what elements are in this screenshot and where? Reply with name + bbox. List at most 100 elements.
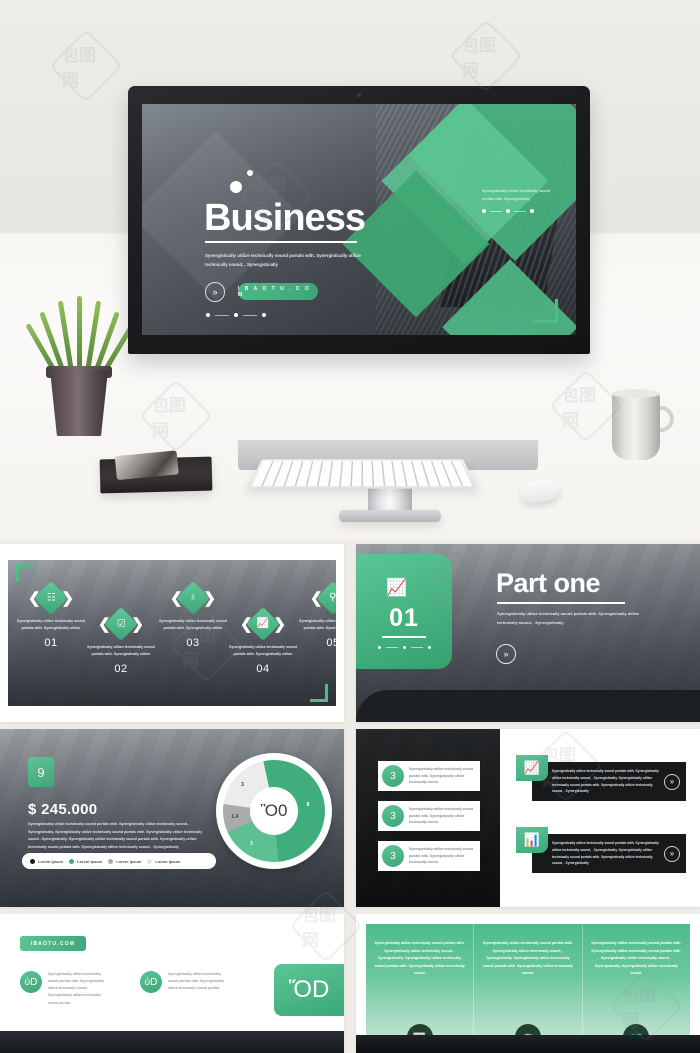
green-column-3[interactable]: Synergistically utilize technically soun… bbox=[582, 924, 690, 1037]
feature-text-1: Synergistically utilize technically soun… bbox=[48, 971, 110, 1007]
five-steps-canvas: ❮ ☷ ❯ Synergistically utilize technicall… bbox=[8, 560, 336, 706]
notebook bbox=[100, 457, 213, 494]
green-column-2[interactable]: Synergistically utilize technically soun… bbox=[473, 924, 581, 1037]
step-item-3[interactable]: ❮ ♁ ❯ Synergistically utilize technicall… bbox=[154, 582, 232, 649]
green-column-1[interactable]: Synergistically utilize technically soun… bbox=[366, 924, 473, 1037]
slide-pagination-dots[interactable] bbox=[206, 313, 266, 317]
step-number-4: 04 bbox=[224, 663, 302, 675]
calculator-icon: ὚9 bbox=[28, 757, 54, 787]
step-number-1: 01 bbox=[12, 637, 90, 649]
banner-body-1: Synergistically utilize technically soun… bbox=[532, 762, 686, 801]
green-text-3: Synergistically utilize technically soun… bbox=[591, 940, 682, 978]
list-item[interactable]: ὜3 Synergistically utilize technically s… bbox=[378, 801, 480, 831]
slide-five-steps[interactable]: ❮ ☷ ❯ Synergistically utilize technicall… bbox=[0, 544, 344, 722]
step-item-5[interactable]: ❮ ⚲ ❯ Synergistically utilize technicall… bbox=[294, 582, 336, 649]
slide-part-one[interactable]: 📈 01 Part one Synergistically utilize te… bbox=[356, 544, 700, 722]
smartphone bbox=[115, 450, 179, 480]
step-text-3: Synergistically utilize technically soun… bbox=[154, 618, 232, 632]
potted-plant bbox=[38, 270, 118, 440]
banner-text-1: Synergistically utilize technically soun… bbox=[552, 768, 664, 794]
feature-text-2: Synergistically utilize technically soun… bbox=[168, 971, 230, 993]
step-item-2[interactable]: ❮ ☑ ❯ Synergistically utilize technicall… bbox=[82, 608, 160, 675]
banner-arrow-icon-1[interactable]: » bbox=[664, 774, 680, 790]
webcam-icon bbox=[357, 93, 361, 97]
corner-bracket-top-left-icon bbox=[16, 564, 34, 582]
grid-column-left: ❮ ☷ ❯ Synergistically utilize technicall… bbox=[0, 540, 344, 1053]
coffee-mug bbox=[612, 392, 668, 460]
slide-features[interactable]: IBAOTU.COM ὐD Synergistically utilize te… bbox=[0, 914, 344, 1053]
list-item[interactable]: ὜3 Synergistically utilize technically s… bbox=[378, 841, 480, 871]
feature-item-1[interactable]: ὐD Synergistically utilize technically s… bbox=[20, 971, 110, 1007]
legend-item-1: Lorem Ipsum bbox=[30, 859, 63, 864]
step-number-5: 05 bbox=[294, 637, 336, 649]
slide-side-text: Synergistically utilize technically soun… bbox=[482, 188, 560, 203]
archive-box-icon: ὜3 bbox=[382, 765, 404, 787]
clipboard-pencil-icon: ὍD bbox=[274, 964, 344, 1016]
section-title-underline bbox=[497, 602, 625, 604]
section-number-panel: 📈 01 bbox=[356, 554, 452, 669]
banner-text-2: Synergistically utilize technically soun… bbox=[552, 840, 664, 866]
archive-box-icon: ὜3 bbox=[382, 845, 404, 867]
corner-bracket-bottom-right-icon bbox=[310, 684, 328, 702]
section-dots bbox=[356, 646, 452, 649]
poster-page: Business Synergistically utilize technic… bbox=[0, 0, 700, 1053]
legend-item-2: Lorem Ipsum bbox=[69, 859, 102, 864]
monitor-stand-base bbox=[339, 510, 441, 522]
slide-cards-and-banners[interactable]: ὜3 Synergistically utilize technically s… bbox=[356, 729, 700, 907]
donut-label-1: 3 bbox=[250, 841, 253, 847]
ibaotu-badge[interactable]: IBAOTU.COM bbox=[20, 936, 86, 951]
finance-body-text: Synergistically utilize technically soun… bbox=[28, 821, 206, 851]
donut-label-0: 8 bbox=[307, 802, 310, 808]
slide-finance-donut[interactable]: ὚9 $ 245.000 Synergistically utilize tec… bbox=[0, 729, 344, 907]
step-text-5: Synergistically utilize technically soun… bbox=[294, 618, 336, 632]
legend-label-3: Lorem Ipsum bbox=[116, 859, 141, 864]
step-text-2: Synergistically utilize technically soun… bbox=[82, 644, 160, 658]
banner-body-2: Synergistically utilize technically soun… bbox=[532, 834, 686, 873]
search-doc-icon: ὐD bbox=[20, 971, 42, 993]
bracket-right-icon: ❯ bbox=[273, 617, 286, 632]
document-icon: ☷ bbox=[47, 593, 56, 603]
title-underline bbox=[205, 241, 357, 243]
section-number-underline bbox=[382, 636, 426, 638]
next-arrow-icon[interactable]: » bbox=[205, 282, 225, 302]
slide-green-three-columns[interactable]: Synergistically utilize technically soun… bbox=[356, 914, 700, 1053]
ibaotu-button[interactable]: I B A O T U . C O M bbox=[238, 283, 318, 300]
title-slide: Business Synergistically utilize technic… bbox=[142, 104, 576, 335]
banner-item-2[interactable]: 📊 Synergistically utilize technically so… bbox=[516, 827, 686, 873]
imac-monitor: Business Synergistically utilize technic… bbox=[128, 86, 590, 354]
feature-item-2[interactable]: ὐD Synergistically utilize technically s… bbox=[140, 971, 230, 993]
decor-dot-large bbox=[230, 181, 242, 193]
legend-label-4: Lorem Ipsum bbox=[155, 859, 180, 864]
slide-subtitle: Synergistically utilize technically soun… bbox=[205, 251, 370, 270]
green-text-1: Synergistically utilize technically soun… bbox=[374, 940, 465, 978]
section-title: Part one bbox=[496, 568, 600, 599]
step-diamond-5: ⚲ bbox=[316, 581, 336, 615]
step-text-1: Synergistically utilize technically soun… bbox=[12, 618, 90, 632]
step-item-4[interactable]: ❮ 📈 ❯ Synergistically utilize technicall… bbox=[224, 608, 302, 675]
list-item[interactable]: ὜3 Synergistically utilize technically s… bbox=[378, 761, 480, 791]
step-item-1[interactable]: ❮ ☷ ❯ Synergistically utilize technicall… bbox=[12, 582, 90, 649]
bar-chart-icon: 📈 bbox=[257, 619, 269, 629]
green-gradient-panel: Synergistically utilize technically soun… bbox=[366, 924, 690, 1037]
section-next-arrow-icon[interactable]: » bbox=[496, 644, 516, 664]
banner-arrow-icon-2[interactable]: » bbox=[664, 846, 680, 862]
donut-label-3: 3 bbox=[241, 782, 244, 788]
growth-chart-icon: 📈 bbox=[386, 578, 407, 598]
slide-title: Business bbox=[204, 199, 365, 237]
left-dark-photo-panel: ὜3 Synergistically utilize technically s… bbox=[356, 729, 500, 907]
keyboard bbox=[247, 459, 478, 488]
medal-icon: ♁ bbox=[189, 593, 197, 603]
legend-item-4: Lorem Ipsum bbox=[147, 859, 180, 864]
banner-item-1[interactable]: 📈 Synergistically utilize technically so… bbox=[516, 755, 686, 801]
section-subtitle: Synergistically utilize technically soun… bbox=[497, 610, 647, 628]
step-number-2: 02 bbox=[82, 663, 160, 675]
slide-thumbnail-grid: ❮ ☷ ❯ Synergistically utilize technicall… bbox=[0, 540, 700, 1053]
search-doc-icon: ὐD bbox=[140, 971, 162, 993]
mug-rim bbox=[612, 389, 660, 398]
legend-label-2: Lorem Ipsum bbox=[77, 859, 102, 864]
step-text-4: Synergistically utilize technically soun… bbox=[224, 644, 302, 658]
decor-dot-small bbox=[247, 170, 253, 176]
bar-chart-icon: 📊 bbox=[516, 827, 548, 853]
plant-pot bbox=[50, 370, 108, 436]
card-text-2: Synergistically utilize technically soun… bbox=[409, 806, 480, 826]
